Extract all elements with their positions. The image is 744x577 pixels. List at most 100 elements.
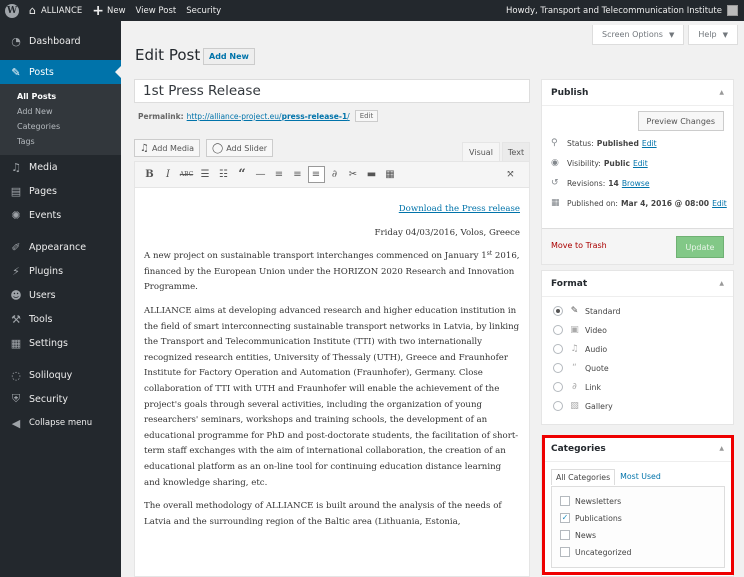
visibility-edit-link[interactable]: Edit: [633, 159, 648, 168]
help-label: Help: [698, 30, 717, 39]
add-new-button[interactable]: Add New: [203, 48, 255, 65]
move-to-trash-link[interactable]: Move to Trash: [551, 241, 607, 250]
sidebar-item-posts[interactable]: ✎ Posts: [0, 60, 121, 84]
sidebar-item-label: Pages: [29, 185, 57, 197]
post-title-input[interactable]: 1st Press Release: [134, 79, 530, 103]
link-icon[interactable]: ∂: [326, 166, 343, 183]
sidebar-item-pages[interactable]: ▤ Pages: [0, 179, 121, 203]
tab-most-used[interactable]: Most Used: [615, 469, 666, 485]
paragraph-1: A new project on sustainable transport i…: [144, 249, 520, 296]
permalink-link[interactable]: http://alliance-project.eu/press-release…: [187, 112, 350, 121]
checkbox[interactable]: [560, 547, 570, 557]
category-newsletters[interactable]: Newsletters: [560, 496, 621, 506]
blockquote-icon[interactable]: “: [234, 166, 251, 183]
users-icon: ☻: [10, 288, 22, 302]
link-icon: ∂: [572, 382, 577, 392]
sidebar-item-dashboard[interactable]: ◔ Dashboard: [0, 29, 121, 53]
slider-icon: ◯: [212, 142, 224, 154]
radio-button[interactable]: [553, 344, 563, 354]
site-name-menu[interactable]: ⌂ ALLIANCE: [24, 0, 87, 21]
toolbar-toggle-icon[interactable]: ▦: [382, 166, 399, 183]
security-menu[interactable]: Security: [181, 0, 226, 21]
bold-icon[interactable]: B: [141, 166, 158, 183]
sidebar-item-users[interactable]: ☻ Users: [0, 283, 121, 307]
tab-text[interactable]: Text: [502, 142, 530, 161]
status-edit-link[interactable]: Edit: [642, 139, 657, 148]
sidebar-item-media[interactable]: ♫ Media: [0, 155, 121, 179]
category-tabs: All Categories Most Used: [551, 469, 666, 485]
checkbox[interactable]: ✓: [560, 513, 570, 523]
format-option-gallery[interactable]: ▧ Gallery: [553, 401, 613, 411]
view-post-link[interactable]: View Post: [131, 0, 182, 21]
tab-all-categories[interactable]: All Categories: [551, 469, 616, 485]
browse-revisions-link[interactable]: Browse: [622, 179, 650, 188]
categories-box-header[interactable]: Categories ▲: [542, 436, 733, 462]
sidebar-item-tools[interactable]: ⚒ Tools: [0, 307, 121, 331]
sidebar-item-events[interactable]: ✺ Events: [0, 203, 121, 227]
format-option-quote[interactable]: “ Quote: [553, 363, 609, 373]
category-news[interactable]: News: [560, 530, 596, 540]
sidebar-item-soliloquy[interactable]: ◌ Soliloquy: [0, 363, 121, 387]
editor-content[interactable]: Download the Press release Friday 04/03/…: [135, 188, 529, 530]
security-icon: ⛨: [11, 392, 21, 405]
submenu-tags[interactable]: Tags: [0, 134, 121, 149]
format-heading: Format: [551, 278, 588, 289]
format-option-standard[interactable]: ✎ Standard: [553, 306, 620, 316]
format-option-audio[interactable]: ♫ Audio: [553, 344, 607, 354]
align-left-icon[interactable]: ≡: [271, 166, 288, 183]
submenu-categories[interactable]: Categories: [0, 119, 121, 134]
published-edit-link[interactable]: Edit: [712, 199, 727, 208]
sidebar-item-security[interactable]: ⛨ Security: [0, 387, 121, 411]
checkbox[interactable]: [560, 496, 570, 506]
preview-changes-button[interactable]: Preview Changes: [637, 111, 724, 131]
settings-icon: ▦: [10, 336, 22, 350]
submenu-all-posts[interactable]: All Posts: [0, 89, 121, 104]
strikethrough-icon[interactable]: ABC: [178, 166, 195, 183]
help-button[interactable]: Help ▼: [688, 25, 738, 45]
radio-button[interactable]: [553, 325, 563, 335]
sidebar-item-label: Collapse menu: [29, 418, 93, 428]
numbered-list-icon[interactable]: ☷: [215, 166, 232, 183]
sidebar-item-collapse[interactable]: ◀ Collapse menu: [0, 411, 121, 435]
align-center-icon[interactable]: ≡: [289, 166, 306, 183]
download-press-release-link[interactable]: Download the Press release: [399, 204, 520, 214]
radio-button[interactable]: [553, 382, 563, 392]
add-slider-button[interactable]: ◯ Add Slider: [206, 139, 274, 157]
format-option-link[interactable]: ∂ Link: [553, 382, 601, 392]
sidebar-item-appearance[interactable]: ✐ Appearance: [0, 235, 121, 259]
revisions-label: Revisions:: [567, 178, 606, 188]
wp-logo-menu[interactable]: W: [0, 0, 24, 21]
radio-button[interactable]: [553, 363, 563, 373]
video-icon: ▣: [570, 325, 579, 335]
tab-visual[interactable]: Visual: [462, 142, 500, 161]
radio-button[interactable]: [553, 306, 563, 316]
wordpress-logo-icon: W: [5, 3, 19, 18]
update-button[interactable]: Update: [676, 236, 724, 258]
category-publications[interactable]: ✓ Publications: [560, 513, 622, 523]
read-more-icon[interactable]: ▬: [363, 166, 380, 183]
dateline: Friday 04/03/2016, Volos, Greece: [374, 227, 520, 238]
publish-box-header[interactable]: Publish ▲: [542, 80, 733, 106]
horizontal-line-icon[interactable]: —: [252, 166, 269, 183]
unlink-icon[interactable]: ✂: [345, 166, 362, 183]
bullet-list-icon[interactable]: ☰: [197, 166, 214, 183]
sidebar-item-plugins[interactable]: ⚡ Plugins: [0, 259, 121, 283]
add-media-button[interactable]: ♫ Add Media: [134, 139, 201, 157]
checkbox[interactable]: [560, 530, 570, 540]
permalink-base: http://alliance-project.eu/: [186, 111, 282, 121]
new-content-menu[interactable]: + New: [87, 0, 130, 21]
radio-button[interactable]: [553, 401, 563, 411]
permalink-edit-button[interactable]: Edit: [354, 110, 379, 122]
format-box-header[interactable]: Format ▲: [542, 271, 733, 297]
format-option-video[interactable]: ▣ Video: [553, 325, 607, 335]
category-uncategorized[interactable]: Uncategorized: [560, 547, 632, 557]
account-menu[interactable]: Howdy, Transport and Telecommunication I…: [506, 5, 744, 16]
fullscreen-icon[interactable]: ⤧: [502, 166, 519, 183]
howdy-text: Howdy, Transport and Telecommunication I…: [506, 5, 722, 16]
align-right-icon[interactable]: ≡: [307, 166, 325, 183]
screen-options-button[interactable]: Screen Options ▼: [592, 25, 685, 45]
paragraph-1-text: A new project on sustainable transport i…: [144, 251, 487, 262]
submenu-add-new[interactable]: Add New: [0, 104, 121, 119]
italic-icon[interactable]: I: [160, 166, 177, 183]
sidebar-item-settings[interactable]: ▦ Settings: [0, 331, 121, 355]
